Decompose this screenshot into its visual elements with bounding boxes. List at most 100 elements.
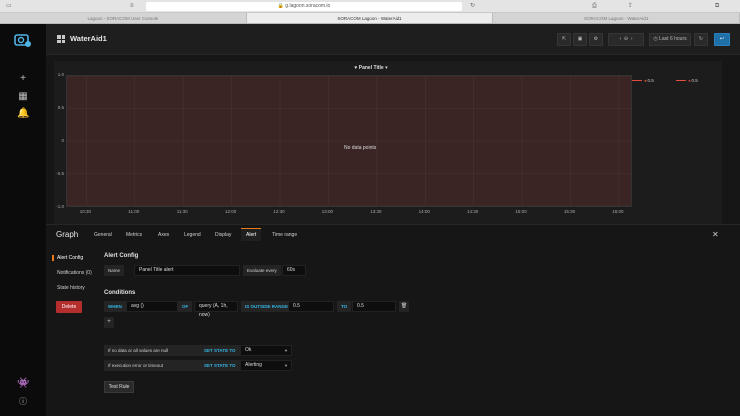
reload-icon[interactable]: ↻	[470, 2, 475, 11]
alert-config-heading: Alert Config	[104, 253, 139, 259]
graph-panel: ♥ Panel Title ▾ No data points 1.0 0.5 0 -0…	[54, 61, 722, 243]
plus-icon[interactable]: +	[17, 74, 29, 84]
plot-area[interactable]: No data points	[66, 75, 632, 207]
no-data-label: If no data or all values are null	[104, 345, 200, 356]
to-keyword: TO	[337, 301, 352, 312]
time-range-label: Last 6 hours	[659, 36, 687, 42]
url-text: g.lagoon.soracom.io	[285, 3, 331, 9]
no-data-message: No data points	[344, 145, 377, 151]
refresh-button[interactable]: ↻	[694, 33, 708, 46]
sidebar-toggle-icon[interactable]: ▭	[6, 2, 12, 11]
caret-down-icon: ▼	[284, 348, 288, 353]
heart-icon: ♥	[354, 65, 358, 71]
browser-tab-strip: Lagoon - SORACOM User Console SORACOM La…	[0, 13, 740, 24]
zoom-out-icon[interactable]: ⊖	[624, 36, 628, 42]
remove-condition-icon[interactable]: 🗑	[399, 301, 409, 312]
chevron-left-icon[interactable]: ‹	[619, 36, 621, 42]
dashboard-title[interactable]: WaterAid1	[70, 34, 107, 43]
tab-alert[interactable]: Alert	[241, 228, 262, 241]
tab-metrics[interactable]: Metrics	[126, 232, 142, 238]
add-condition-button[interactable]: +	[104, 317, 114, 328]
caret-down-icon: ▼	[284, 363, 288, 368]
side-item-notifications[interactable]: Notifications (0)	[57, 270, 92, 276]
y-tick-label: 1.0	[57, 72, 64, 77]
editor-title: Graph	[56, 230, 79, 239]
side-item-alert-config[interactable]: Alert Config	[52, 255, 83, 261]
tabs-overview-icon[interactable]: ⧉	[715, 2, 719, 11]
exec-error-label: If execution error or timeout	[104, 360, 200, 371]
save-dashboard-button[interactable]: ▣	[573, 33, 587, 46]
evaluate-every-input[interactable]: 60s	[282, 265, 306, 276]
dashboard-grid-icon	[57, 35, 65, 43]
threshold-marker-icon: ◂	[688, 78, 691, 83]
time-nav-group: ‹ ⊖ ›	[608, 33, 644, 46]
tab-general[interactable]: General	[94, 232, 112, 238]
x-tick-label: 16:00	[612, 209, 624, 214]
url-bar[interactable]: 🔒 g.lagoon.soracom.io	[146, 2, 462, 11]
browser-tab-active[interactable]: SORACOM Lagoon - WaterAid1	[246, 13, 494, 23]
threshold-legend-item: ◂ 0.5	[676, 78, 698, 84]
evaluate-every-label: Evaluate every	[243, 265, 281, 276]
x-tick-label: 12:00	[224, 209, 237, 214]
tab-display[interactable]: Display	[215, 232, 231, 238]
time-picker-button[interactable]: ◷ Last 6 hours	[649, 33, 691, 46]
exec-error-state-select[interactable]: Alerting ▼	[240, 360, 292, 371]
refresh-icon: ↻	[698, 36, 704, 42]
threshold-marker-icon: ◂	[644, 78, 647, 83]
lagoon-logo-icon[interactable]	[14, 32, 32, 48]
bell-icon[interactable]: 🔔	[17, 109, 29, 119]
x-tick-label: 15:00	[515, 209, 527, 214]
side-item-state-history[interactable]: State history	[57, 285, 85, 291]
panel-title-text: Panel Title	[358, 65, 384, 71]
close-editor-icon[interactable]: ✕	[712, 230, 719, 239]
delete-alert-button[interactable]: Delete	[56, 301, 82, 313]
y-tick-label: -0.5	[56, 171, 64, 176]
x-tick-label: 14:30	[467, 209, 479, 214]
share-icon[interactable]: ⇪	[628, 2, 633, 11]
test-rule-button[interactable]: Test Rule	[104, 381, 134, 393]
main-area: WaterAid1 ⇱ ▣ ⚙ ‹ ⊖ › ◷ Last 6 hours ↻ ↩…	[46, 24, 740, 416]
x-tick-label: 13:30	[370, 209, 382, 214]
evaluator-select[interactable]: IS OUTSIDE RANGE	[241, 301, 293, 312]
help-icon[interactable]: ⓘ	[17, 397, 29, 407]
range-to-input[interactable]: 0.5	[352, 301, 396, 312]
x-tick-label: 15:30	[563, 209, 576, 214]
no-data-state-value: Ok	[245, 347, 252, 353]
tab-axes[interactable]: Axes	[158, 232, 169, 238]
alert-name-input[interactable]: Panel Title alert	[134, 265, 240, 276]
side-menu: + ▦ 🔔 👾 ⓘ	[0, 24, 46, 416]
x-tick-label: 10:30	[79, 209, 91, 214]
y-tick-label: -1.0	[56, 204, 64, 209]
user-avatar-icon[interactable]: 👾	[17, 379, 29, 389]
back-arrow-icon: ↩	[719, 36, 725, 42]
x-tick-label: 11:30	[176, 209, 188, 214]
reader-icon[interactable]: ≡	[130, 2, 134, 11]
no-data-state-select[interactable]: Ok ▼	[240, 345, 292, 356]
browser-tab[interactable]: Lagoon - SORACOM User Console	[0, 13, 247, 23]
lock-icon: 🔒	[277, 3, 284, 9]
y-tick-label: 0	[61, 138, 64, 143]
x-tick-label: 11:00	[128, 209, 140, 214]
browser-toolbar: ▭ ≡ 🔒 g.lagoon.soracom.io ↻ ⎙ ⇪ ⧉	[0, 0, 740, 13]
no-data-set-state-keyword: SET STATE TO	[200, 345, 240, 356]
reducer-select[interactable]: avg ()	[126, 301, 178, 312]
tab-time-range[interactable]: Time range	[272, 232, 297, 238]
exec-error-set-state-keyword: SET STATE TO	[200, 360, 240, 371]
caret-down-icon: ▾	[385, 65, 388, 71]
chevron-right-icon[interactable]: ›	[631, 36, 633, 42]
x-tick-label: 13:00	[321, 209, 334, 214]
query-select[interactable]: query (A, 1h, now)	[194, 301, 238, 318]
exec-error-state-value: Alerting	[245, 362, 262, 368]
share-icon: ⇱	[561, 36, 567, 42]
share-dashboard-button[interactable]: ⇱	[557, 33, 571, 46]
back-to-dashboard-button[interactable]: ↩	[714, 33, 730, 46]
tab-legend[interactable]: Legend	[184, 232, 201, 238]
dashboards-icon[interactable]: ▦	[17, 92, 29, 102]
settings-button[interactable]: ⚙	[589, 33, 603, 46]
threshold-legend-item: ◂ 0.5	[632, 78, 654, 84]
conditions-heading: Conditions	[104, 290, 136, 296]
browser-tab[interactable]: SORACOM Lagoon - WaterAid1	[493, 13, 740, 23]
panel-title[interactable]: ♥ Panel Title ▾	[54, 65, 688, 71]
print-icon[interactable]: ⎙	[592, 2, 597, 11]
range-from-input[interactable]: 0.5	[288, 301, 334, 312]
